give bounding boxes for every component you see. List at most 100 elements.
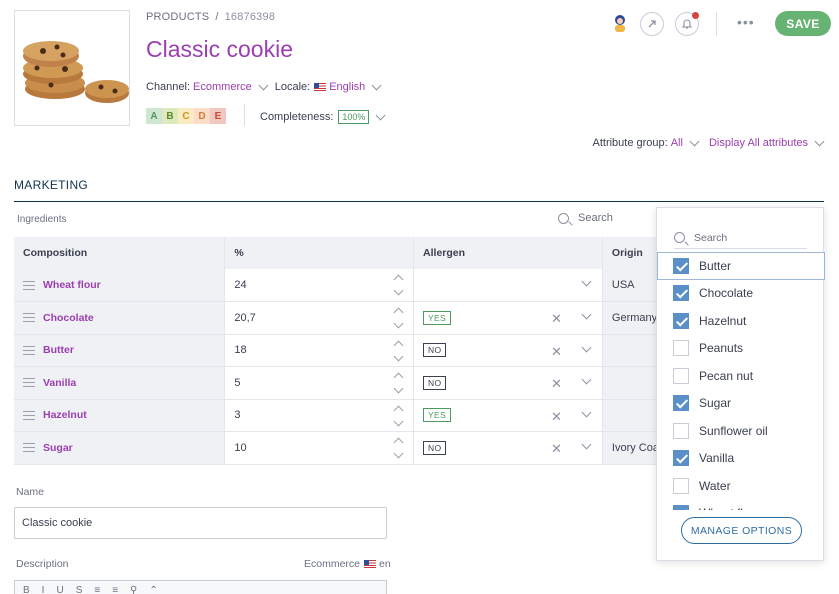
checkbox[interactable]: [673, 312, 689, 329]
option-item[interactable]: Pecan nut: [657, 362, 825, 390]
option-item[interactable]: Sunflower oil: [657, 417, 825, 445]
drag-handle-icon[interactable]: [23, 313, 35, 323]
link-icon[interactable]: [640, 12, 664, 36]
clear-icon[interactable]: ✕: [551, 344, 562, 360]
editor-tool-button[interactable]: I: [42, 585, 45, 594]
chevron-down-icon[interactable]: [689, 136, 700, 147]
percent-cell[interactable]: 3: [224, 399, 415, 432]
drag-handle-icon[interactable]: [23, 410, 35, 420]
save-button[interactable]: SAVE: [775, 11, 831, 36]
manage-options-button[interactable]: MANAGE OPTIONS: [681, 517, 802, 544]
checkbox[interactable]: [673, 422, 689, 439]
drag-handle-icon[interactable]: [23, 280, 35, 290]
percent-cell[interactable]: 10: [224, 431, 415, 465]
origin-cell[interactable]: [602, 334, 661, 367]
ingredient-name[interactable]: Butter: [43, 344, 74, 356]
stepper-icon[interactable]: [393, 371, 404, 395]
checkbox[interactable]: [673, 450, 689, 467]
editor-tool-button[interactable]: U: [56, 585, 63, 594]
clear-icon[interactable]: ✕: [551, 409, 562, 425]
option-item[interactable]: Sugar: [657, 390, 825, 418]
stepper-icon[interactable]: [393, 273, 404, 297]
options-search-input[interactable]: Search: [674, 227, 807, 249]
drag-handle-icon[interactable]: [23, 378, 35, 388]
display-attributes-select[interactable]: Display All attributes: [709, 137, 808, 149]
drag-handle-icon[interactable]: [23, 443, 35, 453]
chevron-down-icon[interactable]: [581, 407, 592, 417]
percent-cell[interactable]: 24: [224, 269, 415, 302]
ingredient-name[interactable]: Chocolate: [43, 312, 94, 324]
ingredients-search[interactable]: Search: [558, 212, 613, 224]
option-item[interactable]: Peanuts: [657, 335, 825, 363]
option-item[interactable]: Hazelnut: [657, 307, 825, 335]
percent-cell[interactable]: 20,7: [224, 301, 415, 335]
chevron-down-icon[interactable]: [814, 136, 825, 147]
option-item[interactable]: Wheat flour: [657, 500, 825, 510]
checkbox[interactable]: [673, 257, 689, 274]
checkbox[interactable]: [673, 505, 689, 510]
clear-icon[interactable]: ✕: [551, 311, 562, 327]
stepper-icon[interactable]: [393, 436, 404, 460]
option-item[interactable]: Vanilla: [657, 445, 825, 473]
chevron-down-icon[interactable]: [581, 342, 592, 352]
checkbox[interactable]: [673, 367, 689, 384]
editor-tool-button[interactable]: ≡: [94, 585, 100, 594]
allergen-select[interactable]: NO ✕: [413, 366, 603, 400]
chevron-down-icon[interactable]: [375, 110, 386, 121]
origin-cell[interactable]: USA: [602, 269, 661, 302]
origin-cell[interactable]: Germany: [602, 301, 661, 335]
checkbox[interactable]: [673, 395, 689, 412]
chevron-down-icon[interactable]: [258, 80, 269, 91]
name-input[interactable]: [14, 507, 387, 539]
option-item[interactable]: Butter: [657, 252, 825, 280]
product-image[interactable]: [14, 10, 130, 126]
allergen-select[interactable]: YES ✕: [413, 301, 603, 335]
user-avatar-icon[interactable]: [609, 12, 631, 36]
stepper-icon[interactable]: [393, 306, 404, 330]
chevron-down-icon[interactable]: [581, 439, 592, 450]
editor-tool-button[interactable]: ⌃: [149, 585, 157, 594]
option-item[interactable]: Water: [657, 472, 825, 500]
channel-value[interactable]: Ecommerce: [193, 81, 252, 93]
breadcrumb-products[interactable]: PRODUCTS: [146, 11, 209, 23]
checkbox[interactable]: [673, 285, 689, 302]
origin-cell[interactable]: [602, 366, 661, 400]
completeness[interactable]: Completeness: 100%: [260, 110, 392, 124]
clear-icon[interactable]: ✕: [551, 376, 562, 392]
ingredient-name[interactable]: Vanilla: [43, 377, 76, 389]
chevron-down-icon[interactable]: [581, 309, 592, 320]
notification-bell-icon[interactable]: [675, 12, 699, 36]
locale-value[interactable]: English: [329, 81, 365, 93]
stepper-icon[interactable]: [393, 404, 404, 428]
column-header: Allergen: [413, 237, 603, 269]
chevron-down-icon[interactable]: [581, 374, 592, 385]
origin-cell[interactable]: Ivory Coa: [602, 431, 661, 465]
checkbox[interactable]: [673, 340, 689, 357]
option-item[interactable]: Chocolate: [657, 280, 825, 308]
stepper-icon[interactable]: [393, 339, 404, 363]
editor-tool-button[interactable]: S: [76, 585, 83, 594]
allergen-select[interactable]: YES ✕: [413, 399, 603, 432]
clear-icon[interactable]: ✕: [551, 441, 562, 457]
editor-tool-button[interactable]: ≡: [112, 585, 118, 594]
checkbox[interactable]: [673, 477, 689, 494]
drag-handle-icon[interactable]: [23, 345, 35, 355]
ingredient-name[interactable]: Wheat flour: [43, 279, 101, 291]
allergen-select[interactable]: [413, 269, 603, 302]
completeness-label: Completeness:: [260, 111, 334, 123]
percent-cell[interactable]: 18: [224, 334, 415, 367]
allergen-select[interactable]: NO ✕: [413, 334, 603, 367]
options-list[interactable]: Butter Chocolate Hazelnut Peanuts Pecan nut S…: [657, 252, 825, 510]
allergen-select[interactable]: NO ✕: [413, 431, 603, 465]
editor-tool-button[interactable]: B: [23, 585, 30, 594]
ingredient-name[interactable]: Hazelnut: [43, 409, 87, 421]
editor-tool-button[interactable]: ⚲: [130, 585, 137, 594]
chevron-down-icon[interactable]: [581, 276, 592, 287]
chevron-down-icon[interactable]: [371, 80, 382, 91]
attribute-group-value[interactable]: All: [671, 137, 683, 149]
ingredient-name[interactable]: Sugar: [43, 442, 73, 454]
origin-cell[interactable]: [602, 399, 661, 432]
percent-cell[interactable]: 5: [224, 366, 415, 400]
column-header: %: [224, 237, 415, 269]
more-options-icon[interactable]: •••: [737, 14, 755, 30]
